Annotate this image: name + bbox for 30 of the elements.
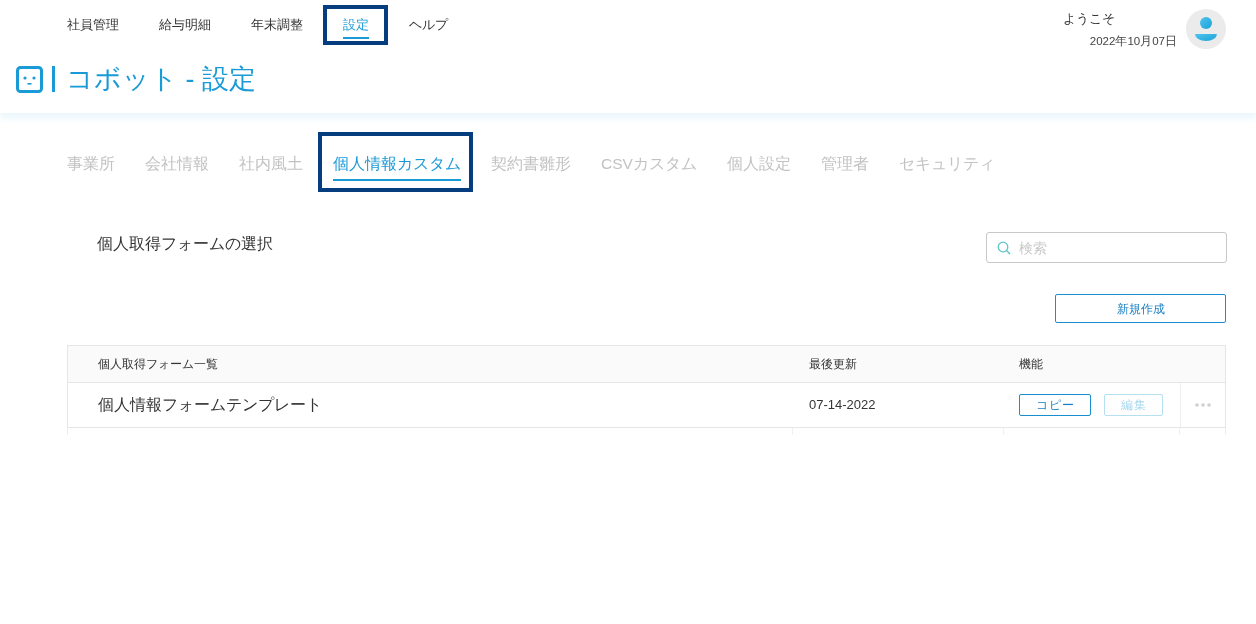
logo-icon — [16, 65, 43, 93]
column-header: 最後更新 — [808, 356, 858, 373]
settings-tab[interactable]: 管理者 — [820, 153, 869, 181]
search-icon — [997, 241, 1011, 255]
nav-tab[interactable]: 社員管理 — [67, 0, 119, 39]
settings-tab[interactable]: セキュリティ — [898, 153, 995, 181]
settings-tab[interactable]: 個人情報カスタム — [333, 153, 461, 181]
date-text: 2022年10月07日 — [1089, 34, 1177, 49]
settings-tab[interactable]: 事業所 — [67, 153, 115, 181]
page-title: コボット - 設定 — [66, 63, 256, 96]
settings-tab[interactable]: 社内風土 — [239, 153, 303, 181]
settings-tab[interactable]: 個人設定 — [726, 153, 791, 181]
nav-tab[interactable]: 設定 — [343, 0, 369, 39]
settings-tab[interactable]: CSVカスタム — [601, 153, 697, 181]
action-button[interactable]: コピー — [1019, 394, 1091, 416]
new-button[interactable]: 新規作成 — [1055, 294, 1226, 323]
nav-tab[interactable]: ヘルプ — [409, 0, 448, 39]
title-divider — [52, 66, 55, 92]
settings-tab[interactable]: 契約書雛形 — [491, 153, 571, 181]
more-icon[interactable] — [1195, 403, 1211, 407]
section-title: 個人取得フォームの選択 — [96, 234, 273, 254]
nav-tab[interactable]: 年末調整 — [251, 0, 303, 39]
form-name: 個人情報フォームテンプレート — [98, 395, 322, 415]
column-header: 機能 — [1018, 356, 1044, 373]
column-header: 個人取得フォーム一覧 — [97, 356, 219, 373]
nav-tab[interactable]: 給与明細 — [159, 0, 211, 39]
updated-date: 07-14-2022 — [809, 396, 876, 415]
settings-tab[interactable]: 会社情報 — [145, 153, 209, 181]
user-avatar-icon — [1186, 9, 1226, 49]
greeting-text: ようこそ — [1062, 10, 1116, 28]
